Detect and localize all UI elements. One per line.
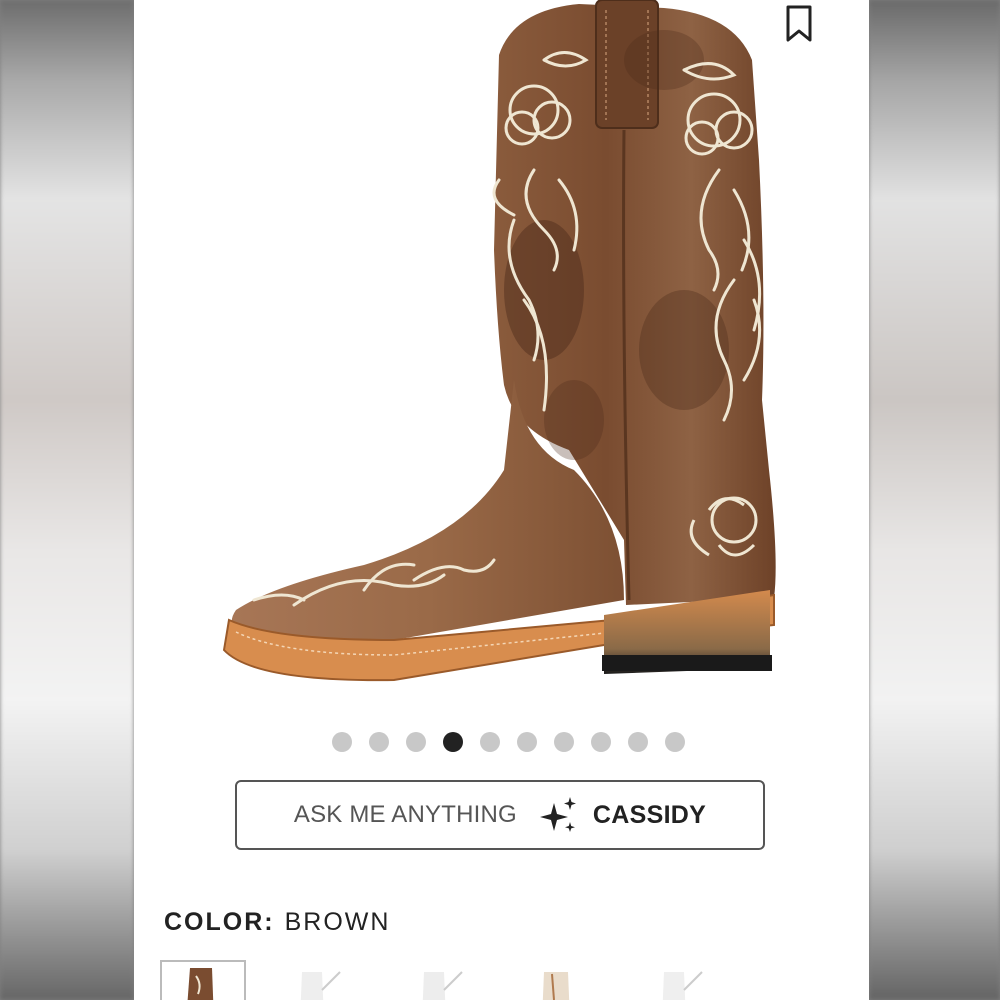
image-carousel-indicators — [134, 732, 869, 752]
product-image[interactable] — [214, 0, 789, 700]
carousel-dot[interactable] — [368, 732, 389, 752]
swatch-white[interactable] — [638, 960, 724, 1000]
carousel-dot-active[interactable] — [442, 732, 463, 752]
swatch-brown[interactable] — [160, 960, 246, 1000]
carousel-dot[interactable] — [590, 732, 611, 752]
carousel-dot[interactable] — [664, 732, 685, 752]
carousel-dot[interactable] — [627, 732, 648, 752]
carousel-dot[interactable] — [331, 732, 352, 752]
ask-assistant-button[interactable]: ASK ME ANYTHING CASSIDY — [235, 780, 765, 850]
swatch-tan[interactable] — [518, 960, 604, 1000]
assistant-name: CASSIDY — [592, 800, 707, 829]
color-swatches — [160, 960, 860, 1000]
carousel-dot[interactable] — [405, 732, 426, 752]
swatch-white[interactable] — [278, 960, 364, 1000]
carousel-dot[interactable] — [553, 732, 574, 752]
swatch-white[interactable] — [398, 960, 484, 1000]
product-panel: ASK ME ANYTHING CASSIDY COLOR: BROWN — [134, 0, 869, 1000]
background-right-blur — [869, 0, 1000, 1000]
color-selector: COLOR: BROWN — [164, 908, 390, 937]
color-value: BROWN — [284, 908, 391, 936]
background-left-blur — [0, 0, 134, 1000]
carousel-dot[interactable] — [516, 732, 537, 752]
sparkle-icon — [539, 797, 576, 832]
color-label: COLOR: — [164, 908, 275, 936]
carousel-dot[interactable] — [479, 732, 500, 752]
ask-prompt-label: ASK ME ANYTHING — [293, 801, 517, 828]
